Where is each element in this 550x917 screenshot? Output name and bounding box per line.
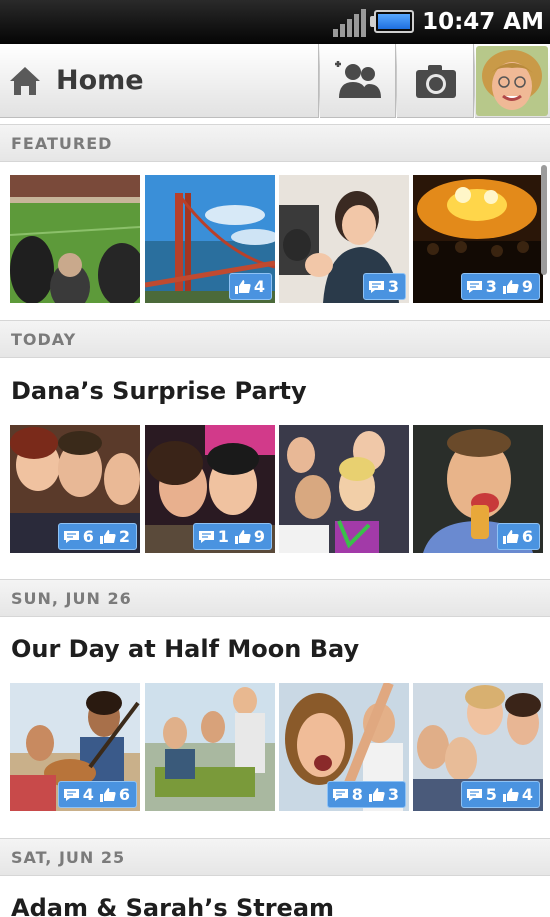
photo-thumbnail[interactable]: 3 9 [413, 175, 543, 303]
status-clock: 10:47 AM [422, 9, 544, 35]
like-icon [234, 529, 251, 544]
activity-badge: 3 9 [460, 273, 540, 300]
action-bar: Home [0, 44, 550, 118]
photo-thumbnail[interactable] [279, 425, 409, 553]
photo-soccer-stadium [10, 175, 140, 303]
likes-count: 2 [118, 527, 130, 546]
likes-count: 3 [387, 785, 399, 804]
like-icon [502, 279, 519, 294]
section-label: SUN, JUN 26 [11, 589, 132, 608]
likes-count: 6 [521, 527, 533, 546]
activity-badge: 8 3 [326, 781, 406, 808]
section-header-today: TODAY [0, 320, 550, 358]
divider [473, 44, 475, 118]
home-icon [10, 67, 40, 95]
section-header-jun-25: SAT, JUN 25 [0, 838, 550, 876]
comments-count: 3 [387, 277, 399, 296]
comments-count: 4 [82, 785, 94, 804]
section-header-jun-26: SUN, JUN 26 [0, 579, 550, 617]
like-icon [502, 787, 519, 802]
like-icon [99, 529, 116, 544]
comment-icon [63, 788, 79, 801]
section-label: FEATURED [11, 134, 113, 153]
photo-thumbnail[interactable]: 6 [413, 425, 543, 553]
likes-count: 4 [521, 785, 533, 804]
divider [318, 44, 320, 118]
activity-badge: 5 4 [460, 781, 540, 808]
section-label: SAT, JUN 25 [11, 848, 126, 867]
like-icon [368, 787, 385, 802]
likes-count: 4 [253, 277, 265, 296]
photo-dancing-crowd [279, 425, 409, 553]
comments-count: 8 [351, 785, 363, 804]
comments-count: 3 [485, 277, 497, 296]
likes-count: 9 [253, 527, 265, 546]
divider [395, 44, 397, 118]
photo-thumbnail[interactable]: 5 4 [413, 683, 543, 811]
profile-avatar[interactable] [476, 46, 548, 116]
photo-thumbnail[interactable]: 1 9 [145, 425, 275, 553]
photo-thumbnail[interactable]: 4 6 [10, 683, 140, 811]
likes-badge: 4 [228, 273, 272, 300]
album-title[interactable]: Dana’s Surprise Party [11, 375, 307, 407]
photo-beach-picnic [145, 683, 275, 811]
comment-icon [332, 788, 348, 801]
comment-icon [63, 530, 79, 543]
section-label: TODAY [11, 330, 77, 349]
status-bar: 10:47 AM [0, 0, 550, 44]
likes-count: 6 [118, 785, 130, 804]
section-header-featured: FEATURED [0, 124, 550, 162]
album-title[interactable]: Our Day at Half Moon Bay [11, 633, 359, 665]
like-icon [502, 529, 519, 544]
camera-icon [416, 65, 456, 98]
add-friend-icon [335, 61, 381, 98]
photo-thumbnail[interactable] [10, 175, 140, 303]
comments-count: 6 [82, 527, 94, 546]
battery-icon [374, 10, 414, 33]
comment-icon [368, 280, 384, 293]
comments-count: 1 [217, 527, 229, 546]
camera-button[interactable] [398, 44, 474, 118]
comment-icon [198, 530, 214, 543]
comments-count: 5 [485, 785, 497, 804]
photo-thumbnail[interactable]: 8 3 [279, 683, 409, 811]
like-icon [234, 279, 251, 294]
activity-badge: 4 6 [57, 781, 137, 808]
photo-thumbnail[interactable]: 4 [145, 175, 275, 303]
album-title[interactable]: Adam & Sarah’s Stream [11, 892, 334, 917]
scrollbar[interactable] [541, 165, 547, 275]
photo-thumbnail[interactable] [145, 683, 275, 811]
signal-strength-icon [333, 9, 367, 37]
home-button[interactable]: Home [0, 44, 318, 118]
like-icon [99, 787, 116, 802]
likes-count: 9 [521, 277, 533, 296]
comment-icon [466, 280, 482, 293]
likes-badge: 6 [496, 523, 540, 550]
activity-badge: 6 2 [57, 523, 137, 550]
photo-thumbnail[interactable]: 3 [279, 175, 409, 303]
comments-badge: 3 [362, 273, 406, 300]
page-title: Home [56, 65, 144, 96]
activity-badge: 1 9 [192, 523, 272, 550]
add-friend-button[interactable] [321, 44, 395, 118]
photo-thumbnail[interactable]: 6 2 [10, 425, 140, 553]
comment-icon [466, 788, 482, 801]
